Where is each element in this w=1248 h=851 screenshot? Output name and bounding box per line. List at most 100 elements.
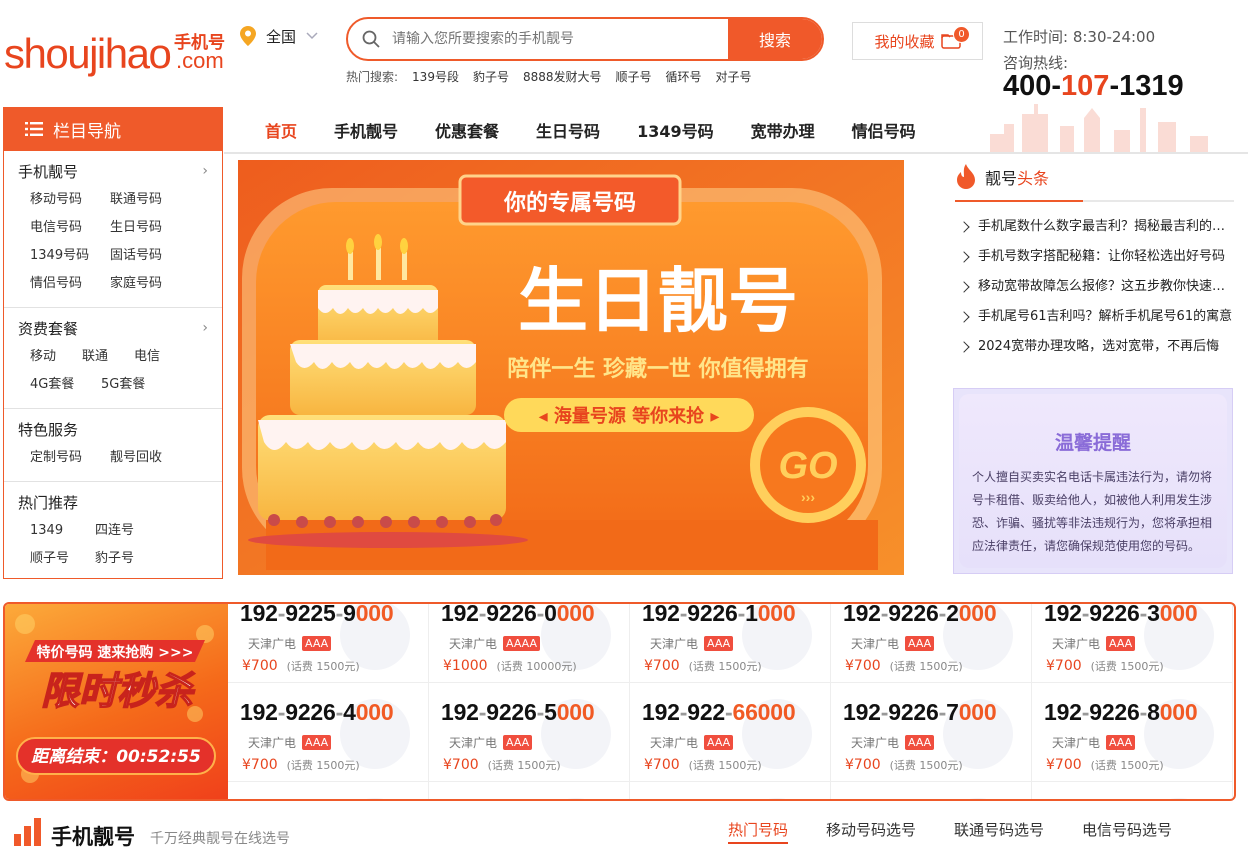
number-card[interactable]: 192-922-66000 天津广电 AAA ¥700 (话费 1500元)	[630, 683, 831, 782]
category-link[interactable]: 家庭号码	[110, 270, 190, 298]
number-card[interactable]: 192-9227-2000	[831, 782, 1032, 799]
number-card[interactable]: 192-9226-0000 天津广电 AAAA ¥1000 (话费 10000元)	[429, 604, 630, 683]
category-title[interactable]: 热门推荐	[18, 492, 208, 513]
number-card[interactable]: 192-9226-9000	[228, 782, 429, 799]
category-link[interactable]: 四连号	[95, 517, 160, 545]
pattern-badge: AAA	[905, 636, 935, 651]
category-link[interactable]: 移动	[30, 343, 82, 371]
number-highlight: 000	[556, 699, 595, 725]
number-card[interactable]: 192-9227-3000	[1032, 782, 1233, 799]
nav-item-couple[interactable]: 情侣号码	[852, 118, 916, 142]
phone-number: 192-9226-7000	[843, 699, 997, 726]
tab-hot[interactable]: 热门号码	[728, 819, 789, 844]
hot-search-link[interactable]: 顺子号	[616, 68, 652, 85]
hot-search-link[interactable]: 对子号	[716, 68, 752, 85]
number-card[interactable]: 192-9226-5000 天津广电 AAA ¥700 (话费 1500元)	[429, 683, 630, 782]
site-logo[interactable]: shoujihao 手机号 .com	[4, 26, 229, 77]
nav-item-broadband[interactable]: 宽带办理	[751, 118, 815, 142]
category-link[interactable]: 情侣号码	[30, 270, 110, 298]
carrier-label: 天津广电	[851, 637, 900, 651]
category-title[interactable]: 资费套餐	[18, 318, 208, 339]
phone-number: 192-9226-4000	[240, 699, 394, 726]
category-link[interactable]: 1349号码	[30, 242, 110, 270]
nav-item-home[interactable]: 首页	[265, 118, 297, 142]
category-link[interactable]: 电信号码	[30, 214, 110, 242]
number-price: ¥700 (话费 1500元)	[644, 658, 762, 674]
category-link[interactable]: 联通号码	[110, 186, 190, 214]
category-link[interactable]: 豹子号	[95, 545, 160, 573]
number-card[interactable]: 192-9226-7000 天津广电 AAA ¥700 (话费 1500元)	[831, 683, 1032, 782]
hot-search-link[interactable]: 豹子号	[473, 68, 509, 85]
category-link[interactable]: 5G套餐	[101, 371, 172, 399]
banner-tag: 你的专属号码	[503, 190, 636, 216]
flame-icon	[957, 164, 975, 189]
news-item[interactable]: 移动宽带故障怎么报修？这五步教你快速解决	[958, 272, 1234, 302]
price-value: ¥700	[845, 658, 881, 674]
category-nav-header[interactable]: 栏目导航	[3, 107, 223, 151]
number-dash: -	[1139, 602, 1148, 626]
category-title[interactable]: 特色服务	[18, 419, 208, 440]
number-card[interactable]: 192-9226-3000 天津广电 AAA ¥700 (话费 1500元)	[1032, 602, 1233, 683]
location-selector[interactable]: 全国	[240, 24, 318, 48]
number-highlight: 66000	[732, 699, 796, 725]
number-mid: 9226	[687, 602, 738, 626]
nav-item-birthday[interactable]: 生日号码	[536, 118, 600, 142]
pattern-badge: AAA	[302, 735, 332, 750]
carrier-label: 天津广电	[650, 637, 699, 651]
number-info: 天津广电 AAA	[851, 734, 935, 751]
number-prefix: 192	[642, 798, 680, 799]
tab-mobile[interactable]: 移动号码选号	[826, 819, 916, 844]
category-link[interactable]: 4G套餐	[30, 371, 101, 399]
number-price: ¥700 (话费 1500元)	[242, 757, 360, 773]
hero-banner[interactable]: 你的专属号码 生日靓号 陪伴一生 珍藏一世 你值得拥有 ◂ 海量号源 等你来抢 …	[238, 160, 904, 575]
hot-search-link[interactable]: 139号段	[412, 68, 459, 85]
category-sidebar: 手机靓号 › 移动号码 联通号码 电信号码 生日号码 1349号码 固话号码 情侣号码家…	[3, 151, 223, 579]
number-card[interactable]: 192-9227-0000	[429, 782, 630, 799]
tab-unicom[interactable]: 联通号码选号	[954, 819, 1044, 844]
search-button[interactable]: 搜索	[728, 19, 822, 59]
number-card[interactable]: 192-9226-4000 天津广电 AAA ¥700 (话费 1500元)	[228, 683, 429, 782]
category-link[interactable]: 固话号码	[110, 242, 190, 270]
nav-item-1349[interactable]: 1349号码	[637, 118, 714, 142]
category-link[interactable]: 联通	[82, 343, 134, 371]
number-dash: -	[335, 602, 344, 626]
flash-sale-title: 限时秒杀	[41, 669, 195, 713]
flash-sale-banner[interactable]: 特价号码 速来抢购 >>> 限时秒杀 距离结束：00:52:55	[5, 604, 228, 799]
number-info: 天津广电 AAAA	[449, 635, 541, 652]
tel-part: -1319	[1109, 70, 1184, 102]
news-list: 手机尾数什么数字最吉利？揭秘最吉利的尾数 手机号数字搭配秘籍：让你轻松选出好号码…	[958, 212, 1234, 362]
search-input[interactable]	[392, 31, 728, 47]
favorites-button[interactable]: 我的收藏 0	[852, 22, 983, 60]
search-bar: 搜索	[346, 17, 824, 61]
news-item[interactable]: 手机尾号61吉利吗？解析手机尾号61的寓意	[958, 302, 1234, 332]
number-card[interactable]: 192-9226-1000 天津广电 AAA ¥700 (话费 1500元)	[630, 602, 831, 683]
number-card[interactable]: 192-9225-9000 天津广电 AAA ¥700 (话费 1500元)	[228, 602, 429, 683]
chevron-down-icon	[306, 32, 318, 40]
number-card[interactable]: 192-9227-1000	[630, 782, 831, 799]
pattern-badge: AAA	[704, 735, 734, 750]
hot-search-link[interactable]: 循环号	[666, 68, 702, 85]
category-title[interactable]: 手机靓号	[18, 161, 208, 182]
phone-number: 192-9226-0000	[441, 604, 595, 627]
number-info: 天津广电 AAA	[449, 734, 533, 751]
number-card[interactable]: 192-9226-8000 天津广电 AAA ¥700 (话费 1500元)	[1032, 683, 1233, 782]
category-link[interactable]: 顺子号	[30, 545, 95, 573]
section-title: 手机靓号	[51, 825, 135, 849]
tab-telecom[interactable]: 电信号码选号	[1082, 819, 1172, 844]
news-item[interactable]: 2024宽带办理攻略，选对宽带，不再后悔	[958, 332, 1234, 362]
number-info: 天津广电 AAA	[248, 635, 332, 652]
category-link[interactable]: 靓号回收	[110, 444, 190, 472]
category-link[interactable]: 电信	[134, 343, 186, 371]
banner-go-button[interactable]: GO	[778, 445, 837, 487]
nav-item-numbers[interactable]: 手机靓号	[334, 118, 398, 142]
hot-search-link[interactable]: 8888发财大号	[523, 68, 602, 85]
category-link[interactable]: 定制号码	[30, 444, 110, 472]
number-prefix: 192	[843, 602, 881, 626]
news-item[interactable]: 手机尾数什么数字最吉利？揭秘最吉利的尾数	[958, 212, 1234, 242]
category-link[interactable]: 1349	[30, 517, 95, 545]
number-card[interactable]: 192-9226-2000 天津广电 AAA ¥700 (话费 1500元)	[831, 602, 1032, 683]
category-link[interactable]: 移动号码	[30, 186, 110, 214]
news-item[interactable]: 手机号数字搭配秘籍：让你轻松选出好号码	[958, 242, 1234, 272]
category-link[interactable]: 生日号码	[110, 214, 190, 242]
nav-item-plans[interactable]: 优惠套餐	[435, 118, 499, 142]
